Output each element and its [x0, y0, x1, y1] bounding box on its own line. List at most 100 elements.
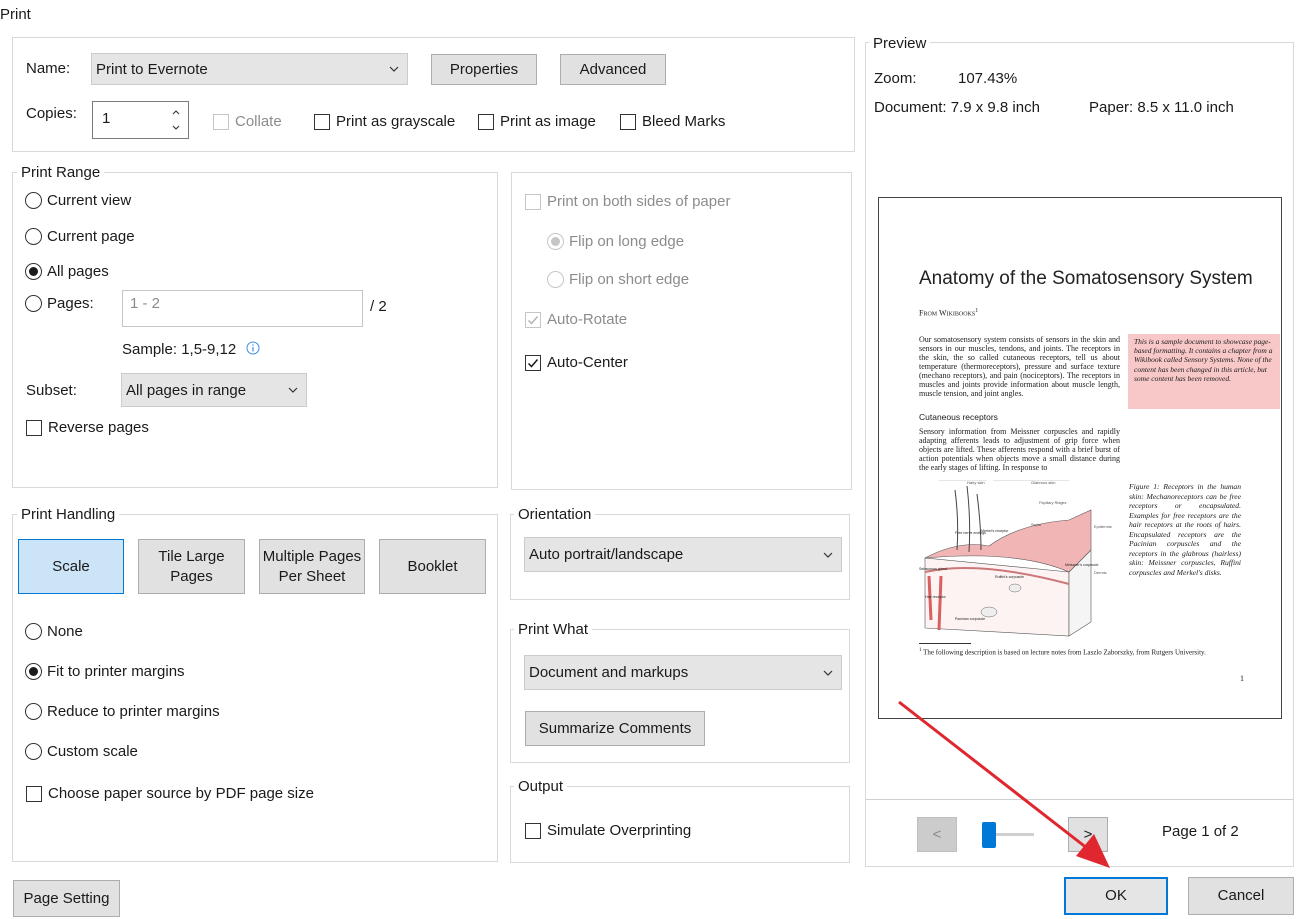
page-indicator: Page 1 of 2 — [1162, 823, 1239, 840]
paper-source-label: Choose paper source by PDF page size — [48, 785, 314, 802]
radio-flip-long[interactable]: Flip on long edge — [547, 233, 684, 250]
tab-multiple-pages-per-sheet[interactable]: Multiple Pages Per Sheet — [259, 539, 365, 594]
copies-stepper[interactable] — [164, 102, 188, 138]
zoom-value: 107.43% — [958, 70, 1018, 87]
doc-footnote: 1 The following description is based on … — [919, 648, 1206, 656]
reverse-pages-label: Reverse pages — [48, 419, 149, 436]
simulate-overprinting-checkbox[interactable]: Simulate Overprinting — [525, 822, 691, 839]
subset-select[interactable]: All pages in range — [121, 373, 307, 407]
chevron-up-icon[interactable] — [172, 110, 180, 115]
document-size: Document: 7.9 x 9.8 inch — [874, 99, 1040, 116]
all-pages-label: All pages — [47, 263, 109, 280]
radio-flip-short[interactable]: Flip on short edge — [547, 271, 689, 288]
both-sides-checkbox[interactable]: Print on both sides of paper — [525, 193, 730, 210]
svg-text:Meissner's corpuscle: Meissner's corpuscle — [1065, 563, 1098, 567]
chevron-down-icon — [823, 552, 833, 558]
pages-input[interactable]: 1 - 2 — [122, 290, 363, 327]
checkbox-box — [26, 785, 42, 802]
radio-pages[interactable]: Pages: — [25, 295, 94, 312]
checkbox-box — [314, 113, 330, 130]
orientation-title: Orientation — [514, 506, 596, 524]
checkbox-box — [525, 354, 541, 371]
checkmark-icon — [527, 358, 539, 368]
radio-current-page[interactable]: Current page — [25, 228, 135, 245]
grayscale-checkbox[interactable]: Print as grayscale — [314, 113, 455, 130]
reduce-label: Reduce to printer margins — [47, 703, 220, 720]
radio-all-pages[interactable]: All pages — [25, 263, 109, 280]
scale-none-label: None — [47, 623, 83, 640]
page-slider[interactable] — [982, 819, 1034, 849]
print-what-select[interactable]: Document and markups — [524, 655, 842, 690]
doc-figure-caption: Figure 1: Receptors in the human skin: M… — [1129, 482, 1241, 577]
svg-text:Papillary Ridges: Papillary Ridges — [1039, 501, 1067, 505]
chevron-down-icon — [823, 670, 833, 676]
print-as-image-checkbox[interactable]: Print as image — [478, 113, 596, 130]
radio-custom-scale[interactable]: Custom scale — [25, 743, 138, 760]
ok-button[interactable]: OK — [1064, 877, 1168, 915]
info-icon[interactable] — [246, 341, 260, 355]
chevron-down-icon — [288, 387, 298, 393]
subset-label: Subset: — [26, 382, 77, 399]
orientation-select[interactable]: Auto portrait/landscape — [524, 537, 842, 572]
bleed-marks-checkbox[interactable]: Bleed Marks — [620, 113, 725, 130]
slider-thumb[interactable] — [982, 822, 996, 848]
checkbox-box — [213, 113, 229, 130]
doc-page-number: 1 — [1240, 674, 1244, 683]
print-what-select-value: Document and markups — [529, 664, 689, 681]
doc-section-text: Sensory information from Meissner corpus… — [919, 427, 1120, 472]
fit-label: Fit to printer margins — [47, 663, 185, 680]
svg-text:Epidermis: Epidermis — [1094, 524, 1112, 529]
printer-select[interactable]: Print to Evernote — [91, 53, 408, 85]
radio-reduce-to-printer-margins[interactable]: Reduce to printer margins — [25, 703, 220, 720]
auto-rotate-label: Auto-Rotate — [547, 311, 628, 328]
cancel-button[interactable]: Cancel — [1188, 877, 1294, 915]
auto-center-checkbox[interactable]: Auto-Center — [525, 354, 628, 371]
doc-title: Anatomy of the Somatosensory System — [919, 268, 1253, 289]
advanced-button[interactable]: Advanced — [560, 54, 666, 85]
svg-text:Merkel's receptor: Merkel's receptor — [981, 529, 1009, 533]
output-title: Output — [514, 778, 568, 796]
radio-circle — [25, 263, 42, 280]
svg-text:Sebaceous gland: Sebaceous gland — [919, 567, 947, 571]
printer-select-value: Print to Evernote — [96, 60, 208, 78]
properties-button[interactable]: Properties — [431, 54, 537, 85]
grayscale-label: Print as grayscale — [336, 113, 456, 130]
document-preview-page: Anatomy of the Somatosensory System From… — [878, 197, 1282, 719]
window-title: Print — [0, 6, 31, 23]
doc-footnote-text: The following description is based on le… — [923, 648, 1206, 657]
collate-label: Collate — [235, 113, 282, 130]
auto-rotate-checkbox[interactable]: Auto-Rotate — [525, 311, 627, 328]
radio-circle — [547, 233, 564, 250]
svg-text:Hair receptor: Hair receptor — [925, 595, 947, 599]
bleed-marks-label: Bleed Marks — [642, 113, 726, 130]
paper-source-checkbox[interactable]: Choose paper source by PDF page size — [26, 785, 314, 802]
radio-current-view[interactable]: Current view — [25, 192, 131, 209]
tab-scale[interactable]: Scale — [18, 539, 124, 594]
doc-section-heading: Cutaneous receptors — [919, 412, 998, 422]
radio-fit-to-printer-margins[interactable]: Fit to printer margins — [25, 663, 185, 680]
print-handling-title: Print Handling — [17, 506, 120, 524]
current-page-label: Current page — [47, 228, 135, 245]
flip-long-label: Flip on long edge — [569, 233, 685, 250]
copies-spinner[interactable]: 1 — [92, 101, 189, 139]
reverse-pages-checkbox[interactable]: Reverse pages — [26, 419, 149, 436]
next-page-button[interactable]: > — [1068, 817, 1108, 852]
checkbox-box — [26, 419, 42, 436]
collate-checkbox[interactable]: Collate — [213, 113, 282, 130]
checkbox-box — [478, 113, 494, 130]
radio-circle — [25, 743, 42, 760]
svg-text:Septa: Septa — [1031, 523, 1042, 527]
print-range-group — [12, 172, 498, 488]
radio-circle — [547, 271, 564, 288]
tab-tile-large-pages[interactable]: Tile Large Pages — [138, 539, 245, 594]
summarize-comments-button[interactable]: Summarize Comments — [525, 711, 705, 746]
radio-scale-none[interactable]: None — [25, 623, 83, 640]
doc-sticky-note: This is a sample document to showcase pa… — [1128, 334, 1280, 409]
page-setting-button[interactable]: Page Setting — [13, 880, 120, 917]
print-what-title: Print What — [514, 621, 593, 639]
prev-page-button[interactable]: < — [917, 817, 957, 852]
tab-booklet[interactable]: Booklet — [379, 539, 486, 594]
doc-footnote-mark: 1 — [919, 648, 922, 653]
sample-text: Sample: 1,5-9,12 — [122, 341, 237, 358]
chevron-down-icon[interactable] — [172, 125, 180, 130]
